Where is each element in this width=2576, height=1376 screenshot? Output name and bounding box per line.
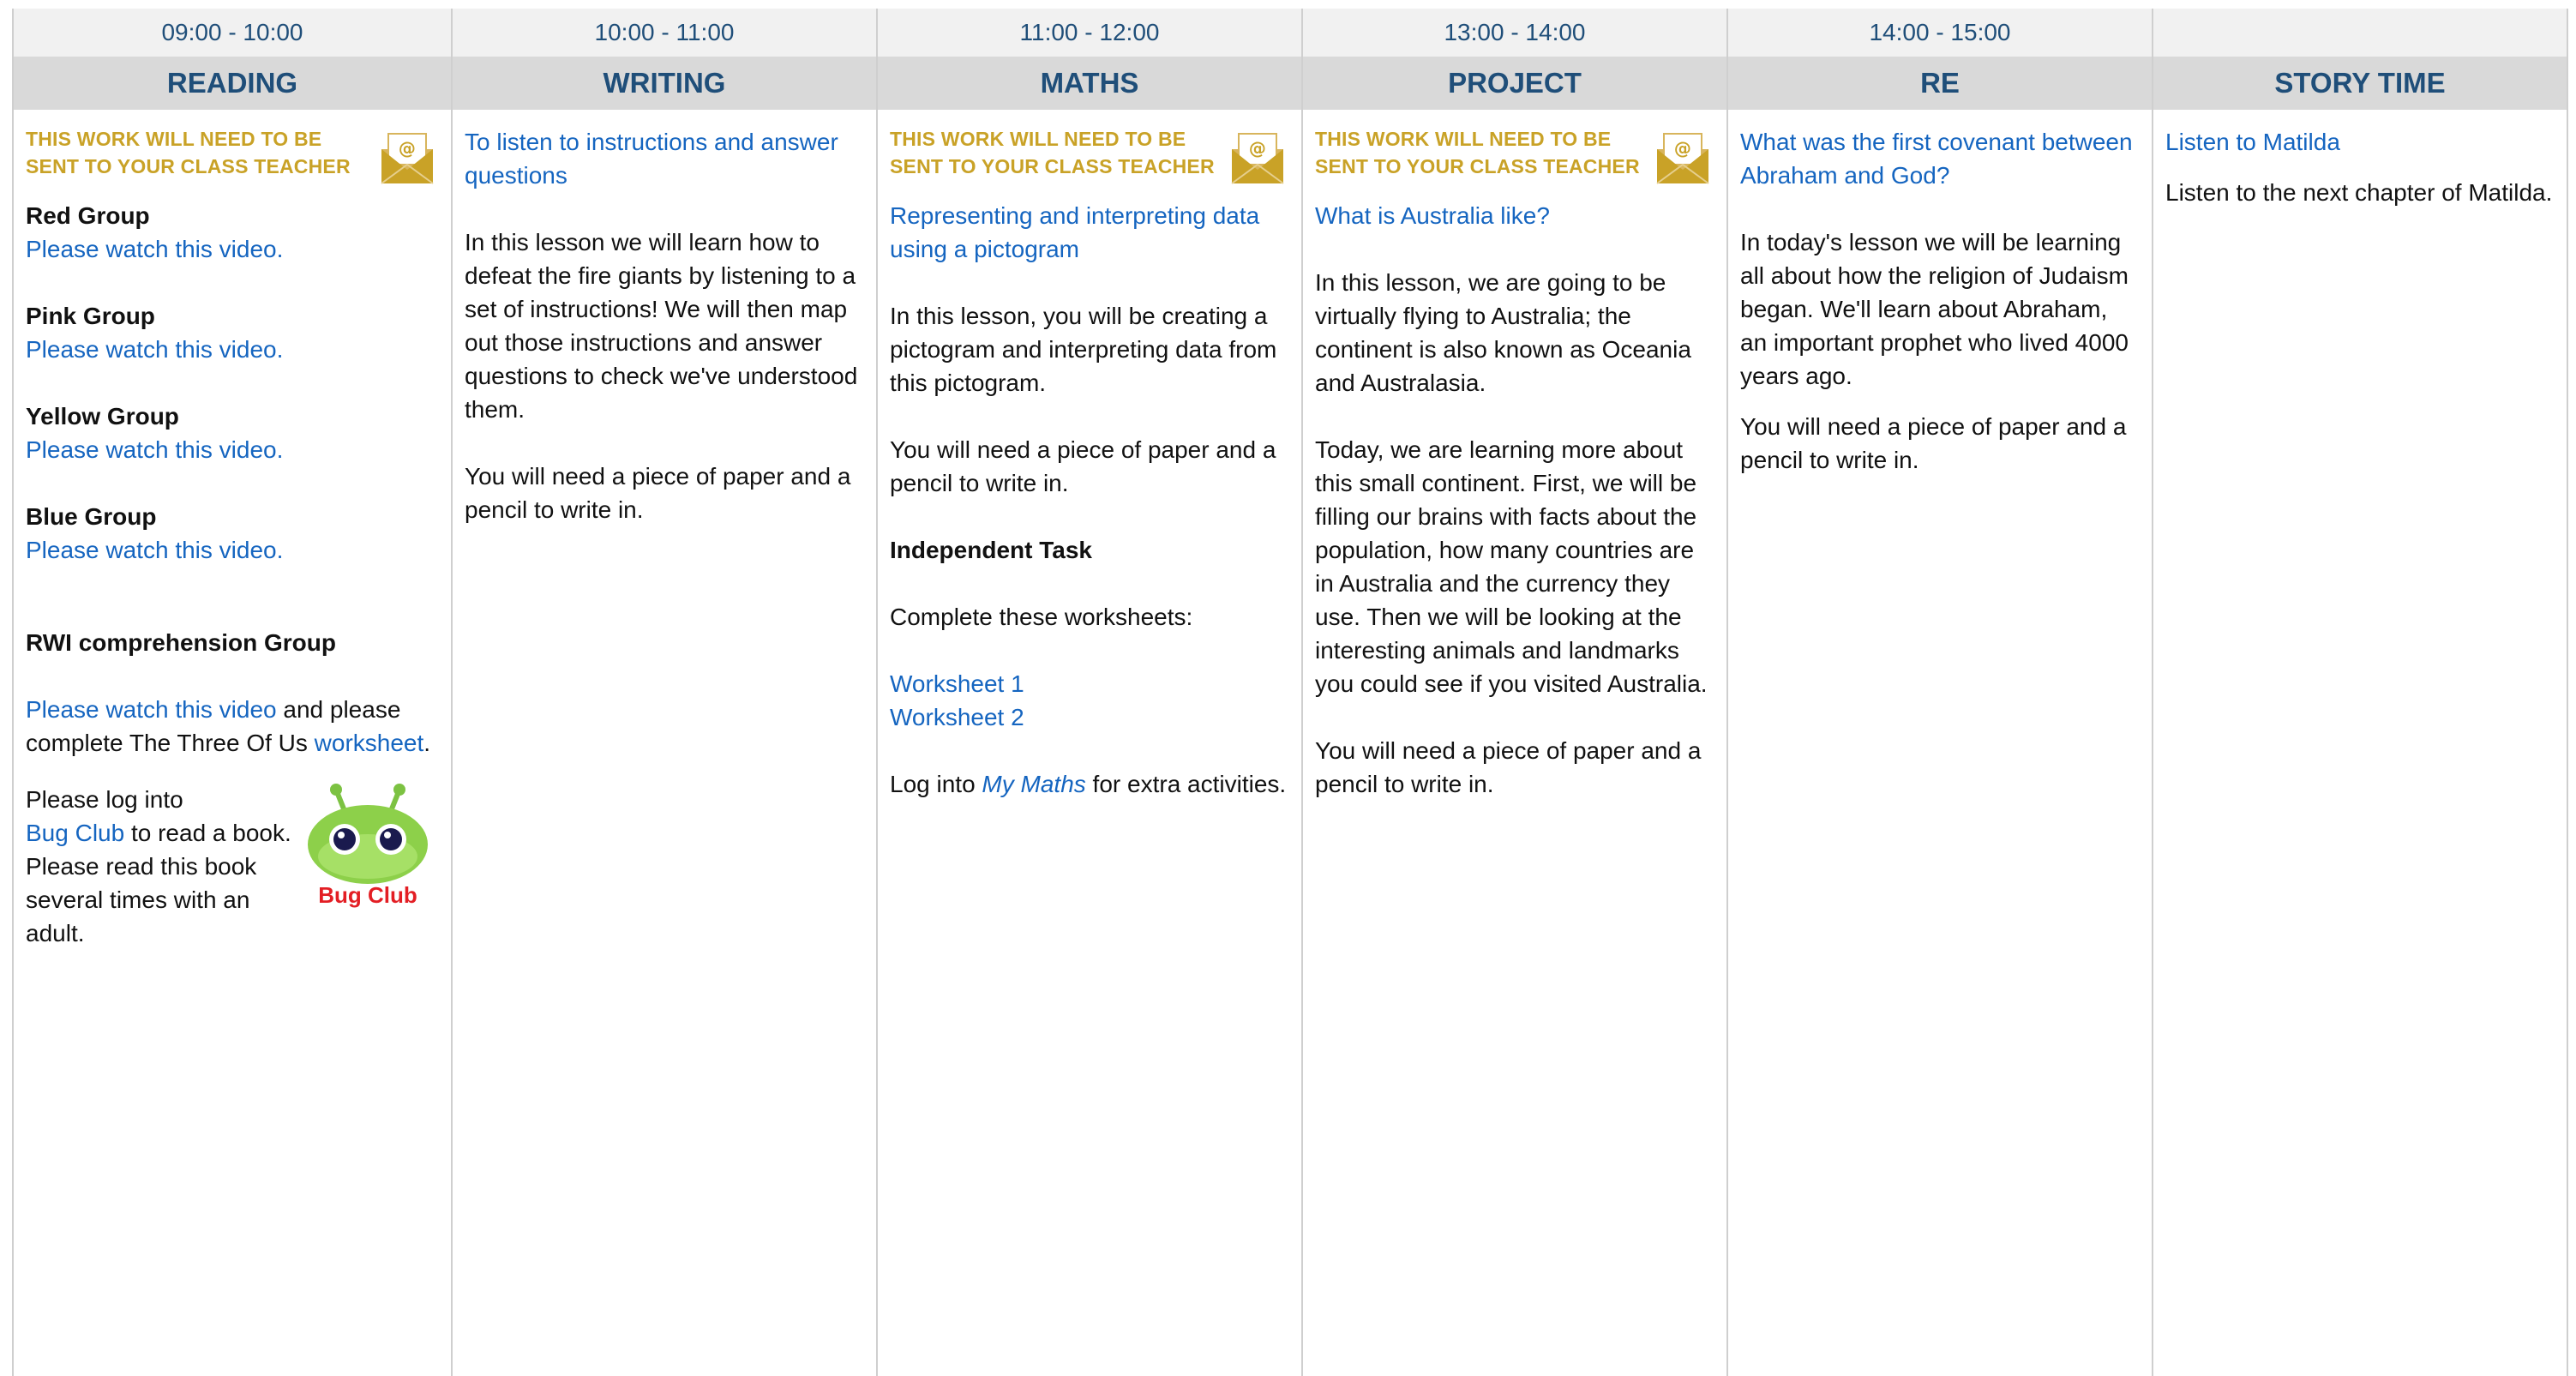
column-body: THIS WORK WILL NEED TO BE SENT TO YOUR C… bbox=[1303, 110, 1726, 801]
lesson-paragraph: Today, we are learning more about this s… bbox=[1315, 436, 1708, 697]
mymaths-text-end: for extra activities. bbox=[1085, 771, 1287, 797]
teacher-note: THIS WORK WILL NEED TO BE SENT TO YOUR C… bbox=[26, 125, 439, 184]
time-slot: 09:00 - 10:00 bbox=[14, 9, 451, 57]
teacher-note: THIS WORK WILL NEED TO BE SENT TO YOUR C… bbox=[890, 125, 1289, 184]
group-name: Pink Group bbox=[26, 303, 155, 329]
rwi-text-end: . bbox=[423, 730, 431, 756]
timetable: 09:00 - 10:00 READING THIS WORK WILL NEE… bbox=[12, 9, 2568, 1376]
teacher-note: THIS WORK WILL NEED TO BE SENT TO YOUR C… bbox=[1315, 125, 1714, 184]
time-slot: 14:00 - 15:00 bbox=[1728, 9, 2152, 57]
lesson-paragraph: You will need a piece of paper and a pen… bbox=[1315, 737, 1702, 797]
lesson-paragraph: Listen to the next chapter of Matilda. bbox=[2165, 179, 2553, 206]
lesson-title-link[interactable]: What was the first covenant between Abra… bbox=[1740, 125, 2140, 192]
bugclub-text-start: Please log into bbox=[26, 786, 183, 813]
lesson-paragraph: In this lesson, we are going to be virtu… bbox=[1315, 269, 1691, 396]
column-project: 13:00 - 14:00 PROJECT THIS WORK WILL NEE… bbox=[1301, 9, 1726, 1376]
group-video-link[interactable]: Please watch this video. bbox=[26, 533, 439, 567]
lesson-title-link[interactable]: To listen to instructions and answer que… bbox=[465, 125, 864, 192]
lesson-paragraph: You will need a piece of paper and a pen… bbox=[1740, 413, 2127, 473]
lesson-title-link[interactable]: Listen to Matilda bbox=[2165, 125, 2555, 159]
time-slot bbox=[2153, 9, 2567, 57]
subject-heading: MATHS bbox=[878, 57, 1301, 110]
bugclub-section: Please log into Bug Club to read a book.… bbox=[26, 783, 439, 950]
column-maths: 11:00 - 12:00 MATHS THIS WORK WILL NEED … bbox=[876, 9, 1301, 1376]
svg-text:@: @ bbox=[399, 138, 416, 159]
bugclub-link[interactable]: Bug Club bbox=[26, 820, 124, 846]
subject-heading: READING bbox=[14, 57, 451, 110]
column-body: THIS WORK WILL NEED TO BE SENT TO YOUR C… bbox=[14, 110, 451, 950]
bugclub-text: Please log into Bug Club to read a book.… bbox=[26, 783, 310, 950]
lesson-paragraph: You will need a piece of paper and a pen… bbox=[465, 463, 851, 523]
lesson-title-link[interactable]: Representing and interpreting data using… bbox=[890, 199, 1289, 266]
lesson-paragraph: In this lesson we will learn how to defe… bbox=[465, 229, 858, 423]
column-story-time: STORY TIME Listen to Matilda Listen to t… bbox=[2152, 9, 2568, 1376]
email-icon[interactable]: @ bbox=[1229, 132, 1286, 185]
lesson-title-link[interactable]: What is Australia like? bbox=[1315, 199, 1714, 232]
lesson-paragraph: In this lesson, you will be creating a p… bbox=[890, 303, 1277, 396]
subject-heading: PROJECT bbox=[1303, 57, 1726, 110]
svg-text:@: @ bbox=[1674, 138, 1691, 159]
group-video-link[interactable]: Please watch this video. bbox=[26, 232, 439, 266]
rwi-text: Please watch this video and please compl… bbox=[26, 693, 439, 760]
time-slot: 11:00 - 12:00 bbox=[878, 9, 1301, 57]
time-slot: 10:00 - 11:00 bbox=[453, 9, 876, 57]
bug-club-logo[interactable]: Bug Club bbox=[303, 783, 432, 913]
worksheet-link[interactable]: worksheet bbox=[315, 730, 424, 756]
column-reading: 09:00 - 10:00 READING THIS WORK WILL NEE… bbox=[12, 9, 451, 1376]
column-body: Listen to Matilda Listen to the next cha… bbox=[2153, 110, 2567, 209]
svg-text:@: @ bbox=[1249, 138, 1266, 159]
task-heading: Independent Task bbox=[890, 537, 1092, 563]
task-text: Complete these worksheets: bbox=[890, 604, 1193, 630]
teacher-note-text: THIS WORK WILL NEED TO BE SENT TO YOUR C… bbox=[1315, 128, 1640, 177]
column-body: What was the first covenant between Abra… bbox=[1728, 110, 2152, 477]
email-icon[interactable]: @ bbox=[379, 132, 435, 185]
teacher-note-text: THIS WORK WILL NEED TO BE SENT TO YOUR C… bbox=[26, 128, 351, 177]
group-name: Yellow Group bbox=[26, 403, 179, 430]
worksheet-link[interactable]: Worksheet 1 bbox=[890, 667, 1289, 700]
group-name: Blue Group bbox=[26, 503, 157, 530]
column-body: To listen to instructions and answer que… bbox=[453, 110, 876, 526]
mymaths-link[interactable]: My Maths bbox=[982, 771, 1085, 797]
email-icon[interactable]: @ bbox=[1654, 132, 1711, 185]
subject-heading: WRITING bbox=[453, 57, 876, 110]
rwi-heading: RWI comprehension Group bbox=[26, 629, 336, 656]
worksheet-link[interactable]: Worksheet 2 bbox=[890, 700, 1289, 734]
mymaths-text: Log into My Maths for extra activities. bbox=[890, 767, 1289, 801]
lesson-paragraph: You will need a piece of paper and a pen… bbox=[890, 436, 1276, 496]
mymaths-text-start: Log into bbox=[890, 771, 982, 797]
group-video-link[interactable]: Please watch this video. bbox=[26, 333, 439, 366]
lesson-paragraph: In today's lesson we will be learning al… bbox=[1740, 229, 2129, 389]
bug-club-logo-text: Bug Club bbox=[318, 882, 417, 908]
column-re: 14:00 - 15:00 RE What was the first cove… bbox=[1726, 9, 2152, 1376]
time-slot: 13:00 - 14:00 bbox=[1303, 9, 1726, 57]
column-body: THIS WORK WILL NEED TO BE SENT TO YOUR C… bbox=[878, 110, 1301, 801]
teacher-note-text: THIS WORK WILL NEED TO BE SENT TO YOUR C… bbox=[890, 128, 1215, 177]
subject-heading: STORY TIME bbox=[2153, 57, 2567, 110]
column-writing: 10:00 - 11:00 WRITING To listen to instr… bbox=[451, 9, 876, 1376]
group-name: Red Group bbox=[26, 202, 150, 229]
group-video-link[interactable]: Please watch this video. bbox=[26, 433, 439, 466]
rwi-video-link[interactable]: Please watch this video bbox=[26, 696, 277, 723]
subject-heading: RE bbox=[1728, 57, 2152, 110]
